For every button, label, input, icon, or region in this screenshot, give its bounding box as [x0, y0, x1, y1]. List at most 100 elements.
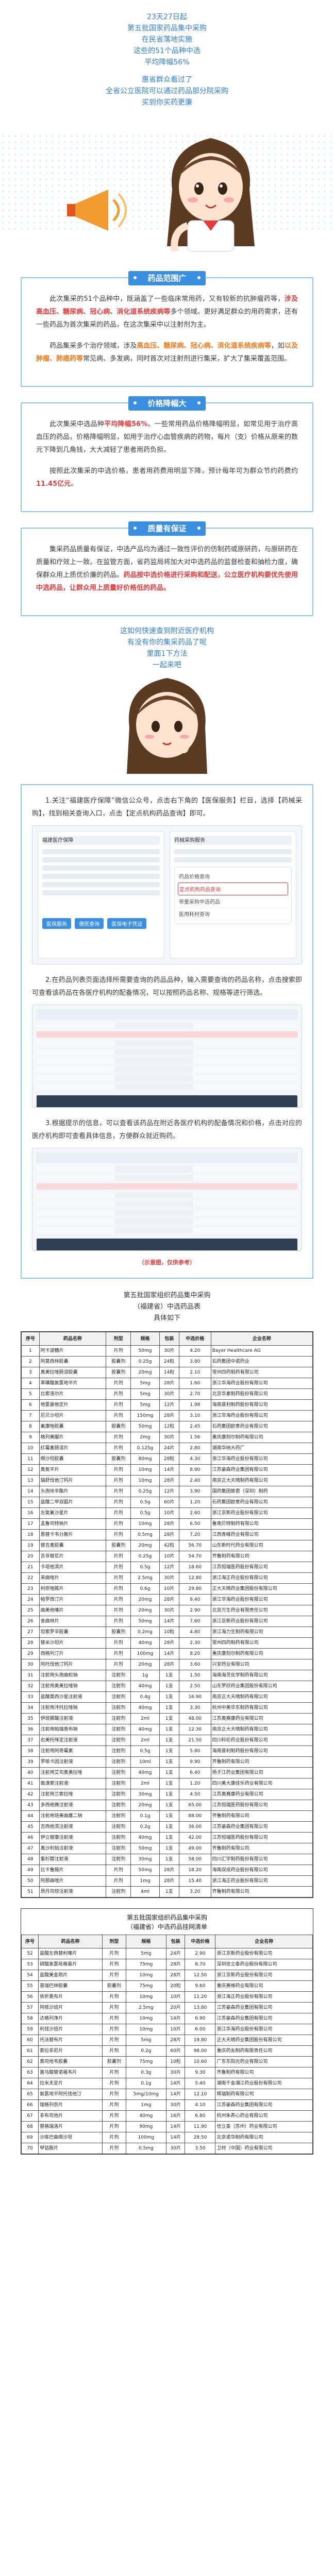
table-cell: 38 — [21, 1745, 40, 1757]
table-cell: 1.56 — [178, 1432, 211, 1443]
table-cell: 30片 — [159, 1345, 179, 1357]
table-cell: 1 — [21, 1345, 40, 1357]
drug-table-2: 序号 药品名称 剂型 规格 包装 中选价格 企业名称 52 盐酸左西替利嗪片 片剂 5mg 24片 2… — [21, 1935, 313, 2154]
table-cell: 阿那曲唑片 — [39, 1875, 107, 1887]
table-cell: 江苏豪森药业集团有限公司 — [210, 1464, 313, 1476]
table-cell: 20片 — [165, 2002, 186, 2013]
intro-line: 惠省群众看过了 — [142, 76, 192, 84]
phone-title: 福建医疗保障 — [42, 838, 73, 843]
menu-button[interactable]: 医保服务 — [42, 918, 71, 929]
table-cell: 辉瑞制药有限公司 — [215, 2089, 313, 2100]
table-cell: 北京万生药业有限责任公司 — [210, 1605, 313, 1616]
table-cell: 卡培他滨片 — [39, 1562, 107, 1573]
menu-button[interactable]: 医保电子凭证 — [107, 918, 147, 929]
table-cell: 注射剂 — [106, 1789, 131, 1800]
table-cell: 100mg — [130, 1648, 160, 1659]
table-cell: 30片 — [159, 1605, 179, 1616]
table-row: 24 帕罗西汀片 片剂 20mg 28片 9.40 浙江华海药业股份有限公司 — [21, 1594, 313, 1605]
table-cell: 28.50 — [185, 2132, 216, 2143]
table-cell: 49.00 — [178, 1843, 211, 1854]
table-cell: 1g — [130, 1670, 160, 1681]
table-cell: 注射剂 — [106, 1810, 131, 1822]
table-cell: 10.60 — [185, 2056, 216, 2067]
table-cell: 65.00 — [178, 1800, 211, 1811]
table-cell: 14片 — [159, 1648, 179, 1659]
table-cell: 甲钴胺片 — [38, 2143, 103, 2154]
table-cell: 1支 — [159, 1670, 179, 1681]
table-cell: 1.20 — [178, 1497, 211, 1508]
table-cell: 胶囊剂 — [106, 1356, 131, 1367]
intro-line: 买到你买药更廉 — [142, 98, 192, 107]
table-cell: 98.00 — [185, 2045, 216, 2057]
table-cell: 注射剂 — [106, 1800, 131, 1811]
table-cell: 片剂 — [106, 1443, 131, 1454]
table-cell: 54 — [21, 1970, 39, 1981]
table-cell: 广东东阳光药业有限公司 — [215, 2056, 313, 2067]
menu-item[interactable]: 药品价格查询 — [178, 870, 288, 883]
menu-item-selected[interactable]: 定点机构药品查询 — [178, 883, 288, 895]
table-cell: 4.50 — [178, 1789, 211, 1800]
table-cell: 片剂 — [102, 2132, 126, 2143]
table-cell: 2ml — [130, 1735, 160, 1746]
table-cell: 江苏恒瑞医药股份有限公司 — [210, 1800, 313, 1811]
table-row: 18 恩替卡韦分散片 片剂 0.5mg 28片 7.20 江西青峰药业有限公司 — [21, 1529, 313, 1540]
table-cell: 注射剂 — [106, 1832, 131, 1843]
table-cell: 0.2g — [130, 1821, 160, 1833]
table-cell: 28片 — [159, 1637, 179, 1649]
table-cell: 片剂 — [106, 1464, 131, 1476]
table-cell: 22 — [21, 1572, 40, 1584]
table-cell: 江苏恒瑞医药股份有限公司 — [210, 1562, 313, 1573]
table-cell: 5.40 — [185, 2078, 216, 2089]
table-cell: 瑞舒伐他汀钙片 — [39, 1475, 107, 1486]
table-cell: 杭州中美华东制药有限公司 — [210, 1702, 313, 1714]
table-row: 13 瑞舒伐他汀钙片 片剂 10mg 28片 2.40 南京正大天晴制药有限公司 — [21, 1475, 313, 1486]
table-cell: 10片 — [165, 2024, 186, 2035]
table-cell: 10mg — [125, 2013, 166, 2024]
table-cell: 40mg — [130, 1724, 160, 1735]
table-cell: 5 — [21, 1388, 40, 1400]
table-row: 3 奥美拉唑肠溶胶囊 胶囊剂 20mg 14粒 2.10 常州四药制药有限公司 — [21, 1367, 313, 1378]
announcement-line: （福建省）中选药品表 — [133, 1303, 201, 1311]
table-cell: 1支 — [159, 1886, 179, 1897]
table-row: 70 甲钴胺片 片剂 0.5mg 30片 3.50 卫材（中国）药业有限公司 — [21, 2143, 313, 2154]
table-cell: 14片 — [165, 2089, 186, 2100]
table-cell: 20mg — [130, 1800, 160, 1811]
service-menu: 药品价格查询 定点机构药品查询 带量采购中选药品 医用耗材查询 — [174, 867, 292, 924]
table-cell: 56 — [21, 1991, 39, 2003]
table-cell: 10 — [21, 1443, 40, 1454]
table-cell: 片剂 — [106, 1529, 131, 1540]
table-cell: 1支 — [159, 1854, 179, 1865]
table-cell: 利奈唑胺片 — [39, 1583, 107, 1595]
cartoon-girl-thinking-icon — [127, 678, 207, 774]
table-cell: 片剂 — [102, 2110, 126, 2122]
menu-item[interactable]: 带量采购中选药品 — [178, 895, 288, 908]
table-cell: 注射用兰索拉唑 — [39, 1789, 107, 1800]
menu-button[interactable]: 便民查询 — [75, 918, 104, 929]
table-cell: 右美托咪定注射液 — [39, 1735, 107, 1746]
table-cell: 片剂 — [102, 1959, 126, 1970]
table-cell: 20粒 — [165, 1980, 186, 1992]
table-cell: 64 — [21, 2078, 39, 2089]
table-cell: 片剂 — [102, 1970, 126, 1981]
table-cell: 10mg — [125, 1991, 166, 2003]
table-cell: 80mg — [130, 1453, 160, 1465]
table-cell: 非布司他片 — [38, 2110, 103, 2122]
table-cell: 19.80 — [185, 2035, 216, 2046]
table-cell: 14片 — [165, 2013, 186, 2024]
table-cell: 0.5mg — [130, 1529, 160, 1540]
table-cell: 1.98 — [178, 1399, 211, 1411]
table-header-cell: 中选价格 — [185, 1935, 216, 1948]
table-cell: 14片 — [159, 1616, 179, 1627]
table-cell: 58 — [21, 2013, 39, 2024]
menu-item[interactable]: 医用耗材查询 — [178, 908, 288, 920]
table-cell: 湖南千金湘江药业股份有限公司 — [215, 2078, 313, 2089]
table-cell: 40mg — [130, 1702, 160, 1714]
table-cell: 齐鲁制药有限公司 — [210, 1810, 313, 1822]
text-run: 此次集采的51个品种中，既涵盖了一些临床常用药，又有较新的抗肿瘤药等， — [49, 295, 285, 303]
table-cell: 片剂 — [106, 1497, 131, 1508]
table-cell: 30片 — [159, 1432, 179, 1443]
table-cell: 28片 — [159, 1659, 179, 1670]
table-row: 42 注射用兰索拉唑 注射剂 30mg 1支 4.50 江苏奥赛康药业有限公司 — [21, 1789, 313, 1800]
table-cell: 达格列净片 — [38, 2013, 103, 2024]
doc-heading: 第五批国家组织药品集中采购 （福建省）中选药品挂网清单 — [21, 1909, 313, 1935]
